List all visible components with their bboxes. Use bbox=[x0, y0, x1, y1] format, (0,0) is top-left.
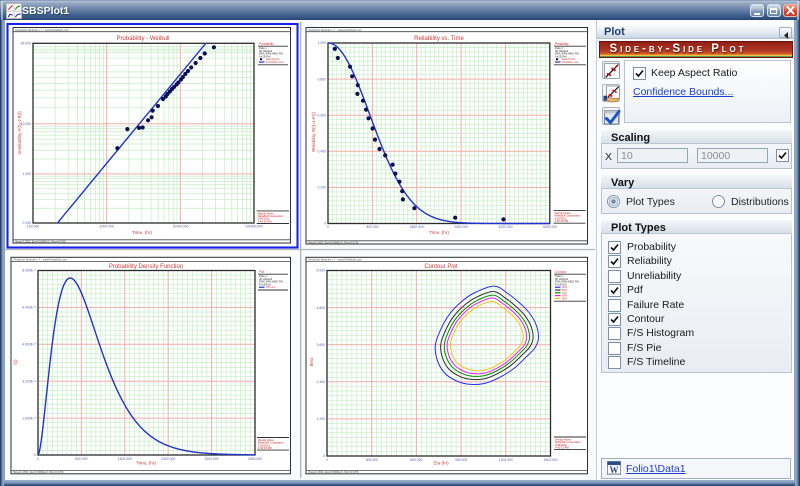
svg-text:Beta=2.1652, Eta=9.5386E+5, Rh: Beta=2.1652, Eta=9.5386E+5, Rho=0.9795 bbox=[14, 470, 64, 474]
svg-text:Beta: Beta bbox=[309, 357, 314, 366]
svg-text:Pdf: Pdf bbox=[259, 270, 264, 274]
svg-text:Pdf Line: Pdf Line bbox=[266, 285, 276, 289]
svg-text:1.000: 1.000 bbox=[318, 41, 327, 45]
svg-text:Probability: Probability bbox=[259, 42, 274, 46]
svg-text:Reliability: Reliability bbox=[555, 42, 569, 46]
svg-text:600.000: 600.000 bbox=[410, 458, 422, 462]
svg-text:Time, (hr): Time, (hr) bbox=[429, 230, 449, 235]
svg-text:4000.000: 4000.000 bbox=[543, 225, 557, 229]
svg-text:Beta=2.1652, Eta=9.5386E+5, Rh: Beta=2.1652, Eta=9.5386E+5, Rho=0.9795 bbox=[16, 239, 66, 243]
svg-text:2400.000: 2400.000 bbox=[161, 457, 175, 461]
svg-text:0.600: 0.600 bbox=[318, 113, 327, 117]
svg-text:4.800E-7: 4.800E-7 bbox=[22, 343, 36, 347]
svg-text:0.200: 0.200 bbox=[318, 186, 327, 190]
svg-text:300.000: 300.000 bbox=[366, 458, 378, 462]
svg-text:1.200: 1.200 bbox=[317, 417, 326, 421]
svg-text:0: 0 bbox=[37, 457, 39, 461]
svg-text:Probability Line: Probability Line bbox=[266, 60, 284, 64]
svg-text:4:40:15 PM: 4:40:15 PM bbox=[555, 445, 570, 449]
svg-text:900.000: 900.000 bbox=[455, 458, 467, 462]
svg-text:Time, (hr): Time, (hr) bbox=[132, 230, 152, 235]
svg-text:4:40:15 PM: 4:40:15 PM bbox=[258, 219, 273, 223]
svg-text:800.000: 800.000 bbox=[366, 225, 378, 229]
svg-text:6.400E-7: 6.400E-7 bbox=[22, 306, 36, 310]
svg-text:Beta=2.1652, Eta=9.5386E+5, Rh: Beta=2.1652, Eta=9.5386E+5, Rho=0.9795 bbox=[309, 240, 359, 244]
svg-text:1.600E-7: 1.600E-7 bbox=[22, 416, 36, 420]
svg-text:f(t): f(t) bbox=[13, 359, 18, 365]
svg-text:2.400: 2.400 bbox=[317, 380, 326, 384]
svg-text:0: 0 bbox=[324, 222, 326, 226]
svg-text:1600.000: 1600.000 bbox=[410, 225, 424, 229]
svg-text:1600.000: 1600.000 bbox=[118, 457, 132, 461]
svg-text:1000.000: 1000.000 bbox=[100, 224, 114, 228]
svg-text:4000.000: 4000.000 bbox=[248, 457, 262, 461]
svg-text:99.000: 99.000 bbox=[21, 42, 31, 46]
svg-text:0.800: 0.800 bbox=[318, 77, 327, 81]
svg-text:3200.000: 3200.000 bbox=[498, 225, 512, 229]
svg-text:0.100: 0.100 bbox=[23, 221, 32, 225]
svg-text:Reliability, R(t)=1-F(t): Reliability, R(t)=1-F(t) bbox=[311, 112, 316, 152]
svg-text:800.000: 800.000 bbox=[75, 457, 87, 461]
svg-text:0: 0 bbox=[34, 453, 36, 457]
svg-text:100000.000: 100000.000 bbox=[245, 224, 263, 228]
svg-text:0: 0 bbox=[326, 458, 328, 462]
svg-text:2400.000: 2400.000 bbox=[454, 225, 468, 229]
svg-text:1200.000: 1200.000 bbox=[499, 458, 513, 462]
svg-text:0.400: 0.400 bbox=[318, 150, 327, 154]
svg-text:Eta (hr): Eta (hr) bbox=[433, 460, 449, 465]
svg-text:4:40:15 PM: 4:40:15 PM bbox=[258, 446, 273, 450]
svg-text:Contour: Contour bbox=[555, 270, 567, 274]
svg-text:Probability Density Function: Probability Density Function bbox=[109, 264, 183, 270]
svg-text:4.800: 4.800 bbox=[317, 306, 326, 310]
svg-text:Time, (hr): Time, (hr) bbox=[136, 460, 156, 465]
svg-text:ReliaSoft Weibull++ 7 - www.Re: ReliaSoft Weibull++ 7 - www.ReliaSoft.co… bbox=[309, 28, 363, 32]
svg-text:0: 0 bbox=[327, 225, 329, 229]
svg-text:3200.000: 3200.000 bbox=[205, 457, 219, 461]
svg-text:4:40:15 PM: 4:40:15 PM bbox=[555, 219, 570, 223]
svg-text:ReliaSoft Weibull++ 7 - www.Re: ReliaSoft Weibull++ 7 - www.ReliaSoft.co… bbox=[16, 28, 70, 32]
svg-text:Probability - Weibull: Probability - Weibull bbox=[117, 36, 170, 42]
svg-text:Beta=2.1652, Eta=9.5386E+5, Rh: Beta=2.1652, Eta=9.5386E+5, Rho=0.9795 bbox=[309, 470, 359, 474]
svg-text:0: 0 bbox=[323, 454, 325, 458]
svg-text:6.000: 6.000 bbox=[317, 269, 326, 273]
svg-text:8.000E-7: 8.000E-7 bbox=[22, 269, 36, 273]
svg-text:3.600: 3.600 bbox=[317, 343, 326, 347]
svg-text:Unreliability, F(t)=1-R(t): Unreliability, F(t)=1-R(t) bbox=[17, 111, 22, 155]
svg-text:Reliability vs. Time: Reliability vs. Time bbox=[414, 36, 464, 42]
svg-text:ReliaSoft Weibull++ 7 - www.Re: ReliaSoft Weibull++ 7 - www.ReliaSoft.co… bbox=[309, 258, 363, 262]
svg-text:ReliaSoft Weibull++ 7 - www.Re: ReliaSoft Weibull++ 7 - www.ReliaSoft.co… bbox=[14, 258, 68, 262]
svg-text:10.000: 10.000 bbox=[21, 122, 31, 126]
svg-text:3.200E-7: 3.200E-7 bbox=[22, 379, 36, 383]
svg-text:1500.000: 1500.000 bbox=[543, 458, 557, 462]
svg-text:50%: 50% bbox=[562, 296, 568, 300]
svg-text:Reliability Line: Reliability Line bbox=[562, 60, 579, 64]
svg-text:10000.000: 10000.000 bbox=[172, 224, 188, 228]
svg-text:Contour Plot: Contour Plot bbox=[424, 264, 458, 270]
svg-text:1.000: 1.000 bbox=[23, 172, 32, 176]
